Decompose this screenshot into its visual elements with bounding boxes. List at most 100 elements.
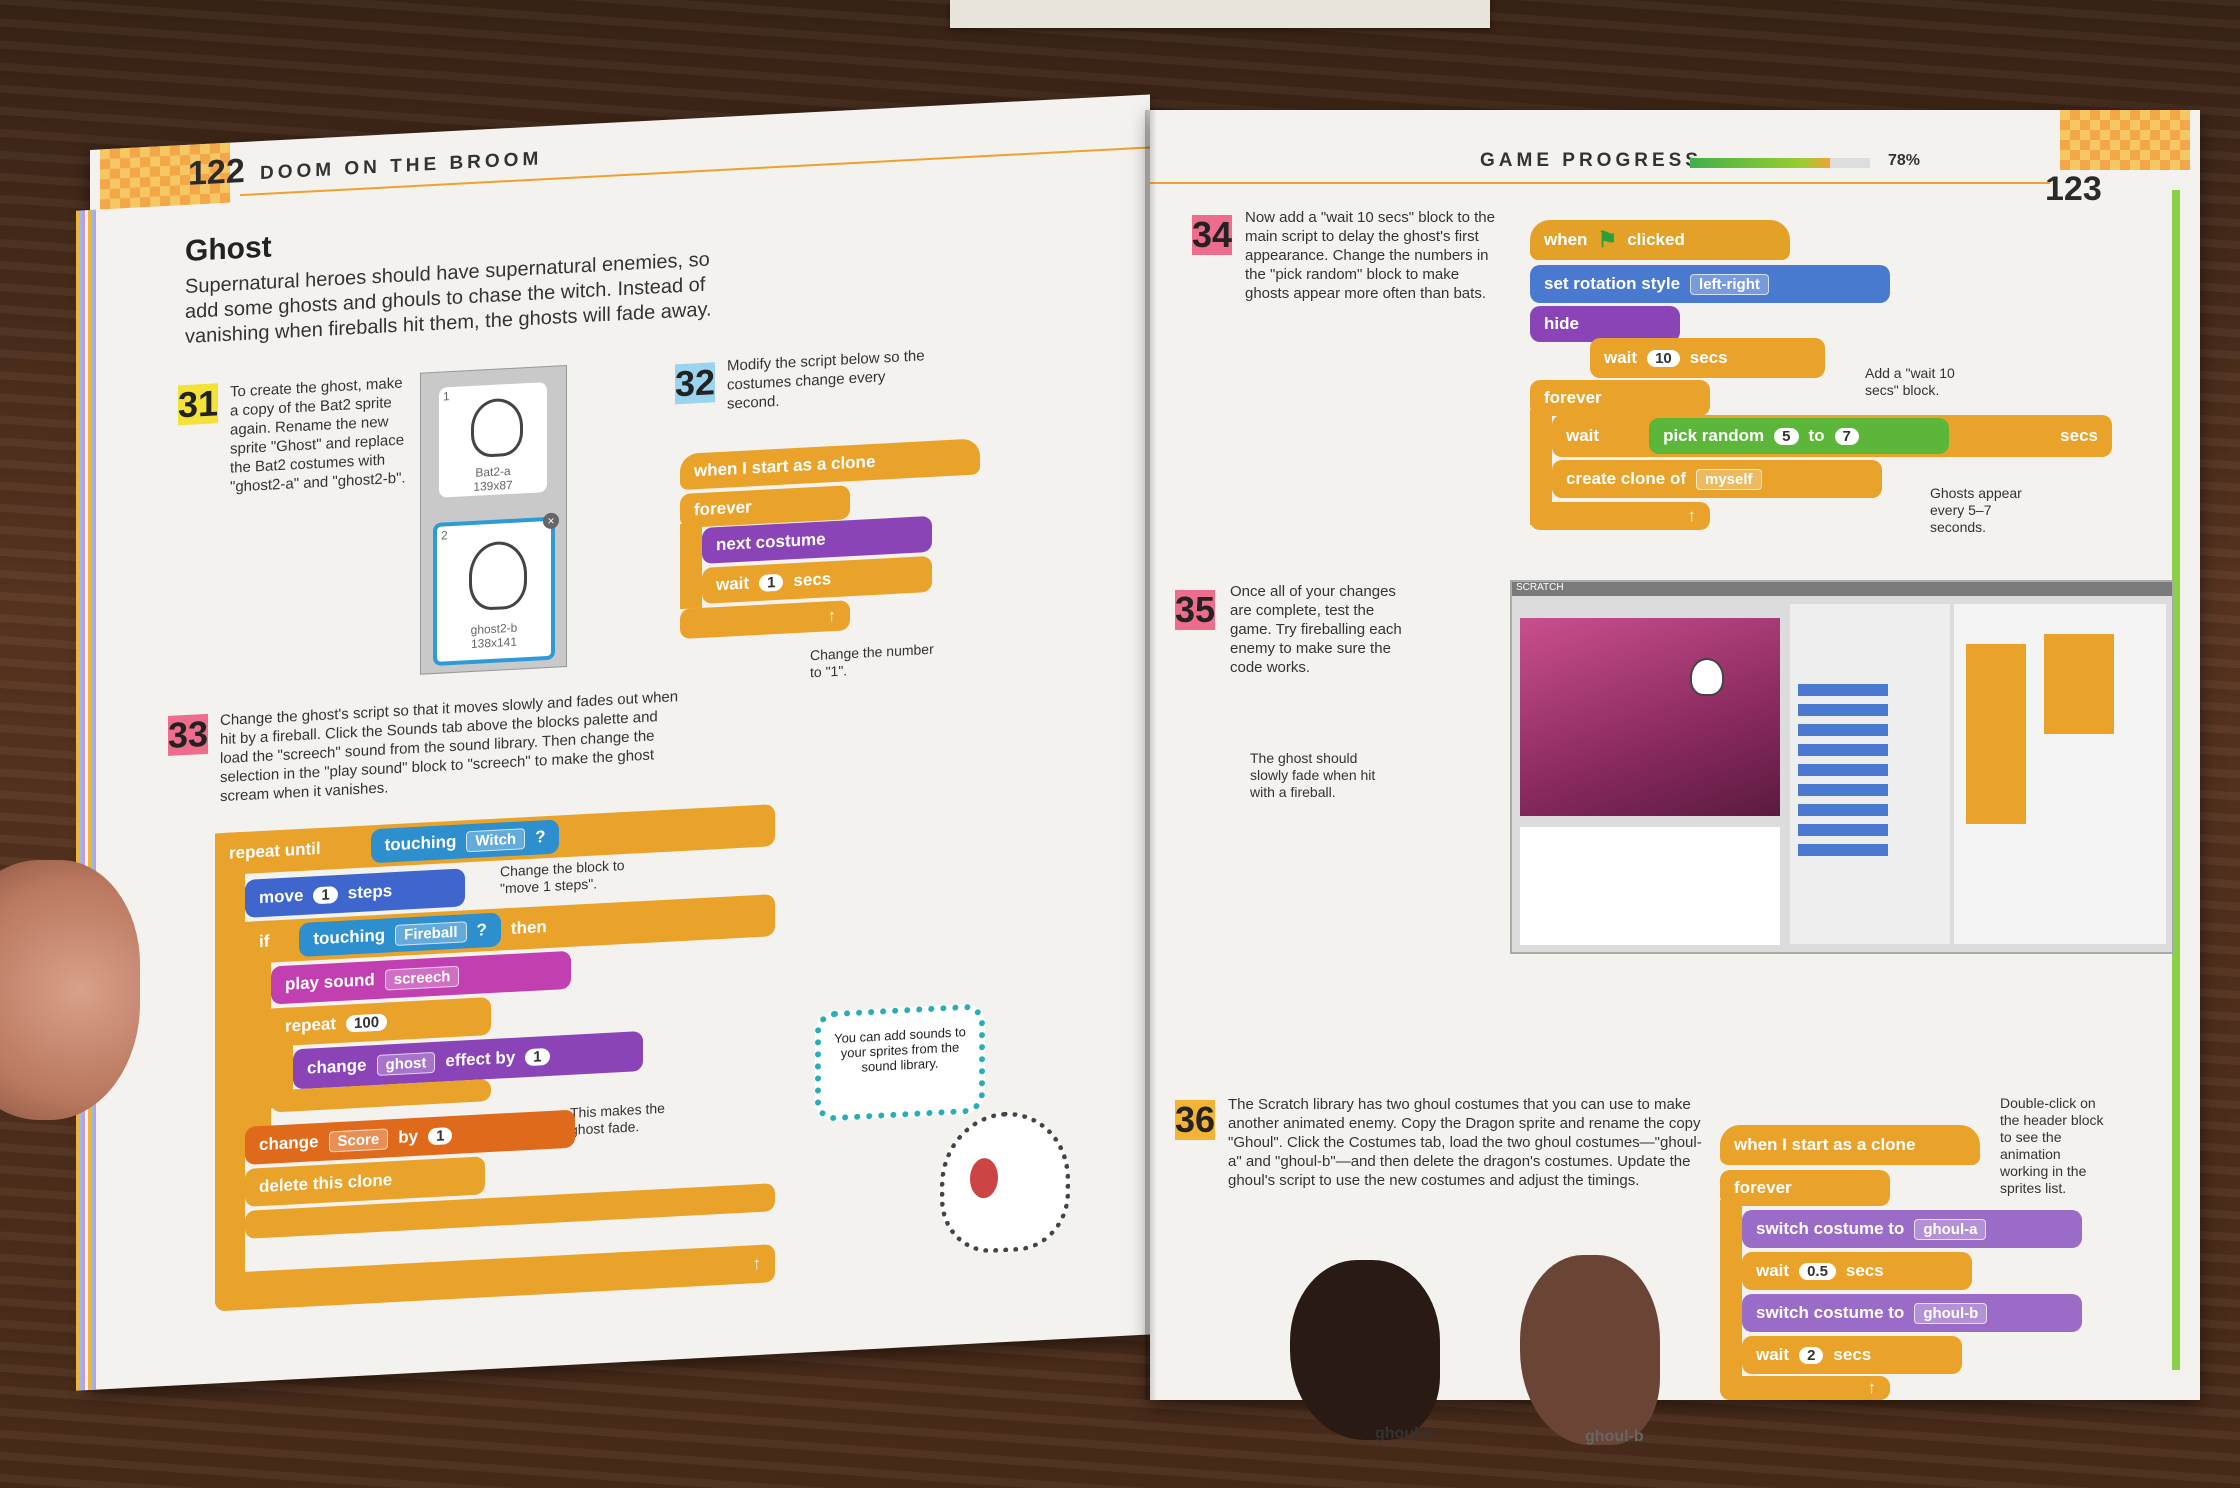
forever-block[interactable]: forever xyxy=(1720,1170,1890,1206)
rotation-dropdown[interactable]: left-right xyxy=(1690,273,1769,295)
wait-block[interactable]: wait 1 secs xyxy=(702,555,932,604)
running-head: GAME PROGRESS xyxy=(1480,150,1702,171)
sprites-list[interactable] xyxy=(1520,827,1780,945)
sound-dropdown[interactable]: screech xyxy=(384,965,460,991)
block-label: delete this clone xyxy=(259,1170,393,1197)
touching-fireball-block[interactable]: touching Fireball ? xyxy=(299,912,501,958)
set-rotation-block[interactable]: set rotation style left-right xyxy=(1530,265,1890,303)
random-from[interactable]: 5 xyxy=(1774,427,1799,445)
hat-block-clone[interactable]: when I start as a clone xyxy=(680,438,980,491)
game-progress-bar xyxy=(1690,158,1870,168)
block-label: forever xyxy=(694,497,752,520)
block-label: then xyxy=(510,917,547,938)
open-book: 122 DOOM ON THE BROOM Ghost Supernatural… xyxy=(76,94,2200,1445)
block-label: ? xyxy=(476,920,487,940)
repeat-until-block[interactable]: repeat until touching Witch ? xyxy=(215,804,775,876)
blocks-palette[interactable] xyxy=(1790,604,1950,944)
wait-value[interactable]: 2 xyxy=(1799,1346,1824,1364)
palette-blocks xyxy=(1798,684,1888,696)
touching-witch-block[interactable]: touching Witch ? xyxy=(370,819,560,864)
script-stack xyxy=(2044,634,2114,734)
block-label: set rotation style xyxy=(1544,274,1681,293)
witch-dropdown[interactable]: Witch xyxy=(466,827,526,852)
wait-value[interactable]: 1 xyxy=(759,573,784,592)
block-label: wait xyxy=(1756,1261,1790,1280)
score-value[interactable]: 1 xyxy=(428,1126,453,1145)
repeat-value[interactable]: 100 xyxy=(346,1012,388,1033)
right-page: GAME PROGRESS 78% 123 34 Now add a "wait… xyxy=(1150,110,2200,1445)
block-label: switch costume to xyxy=(1756,1303,1905,1322)
change-score-block[interactable]: change Score by 1 xyxy=(245,1109,575,1165)
fireball-dropdown[interactable]: Fireball xyxy=(395,920,467,946)
random-to[interactable]: 7 xyxy=(1834,427,1859,445)
costume-card-1[interactable]: 1 Bat2-a 139x87 xyxy=(439,382,547,498)
costume-index: 1 xyxy=(443,389,450,404)
costume-dropdown[interactable]: ghoul-a xyxy=(1914,1218,1987,1240)
step-number-33: 33 xyxy=(168,712,209,756)
section-title: Ghost xyxy=(185,230,272,269)
ghoul-b-illustration xyxy=(1520,1255,1660,1445)
pick-random-block[interactable]: pick random 5 to 7 xyxy=(1649,418,1950,454)
block-label: forever xyxy=(1544,388,1602,407)
loop-arrow-icon: ↑ xyxy=(752,1253,762,1274)
forever-block[interactable]: forever xyxy=(1530,380,1710,416)
ghost-mouth xyxy=(970,1157,998,1199)
block-label: repeat until xyxy=(229,838,321,863)
ghost-illustration xyxy=(940,1108,1070,1256)
step-33-text: Change the ghost's script so that it mov… xyxy=(220,688,679,806)
when-flag-clicked-block[interactable]: when ⚑ clicked xyxy=(1530,220,1790,260)
ghoul-a-label: ghoul-a xyxy=(1375,1425,1433,1442)
wait-2-block[interactable]: wait 2 secs xyxy=(1742,1336,1962,1374)
clone-dropdown[interactable]: myself xyxy=(1696,468,1762,490)
page-edges xyxy=(76,209,96,1391)
forever-foot: ↑ xyxy=(1720,1376,1890,1400)
variable-dropdown[interactable]: Score xyxy=(328,1127,389,1152)
page-number: 122 xyxy=(188,151,245,193)
block-label: hide xyxy=(1544,314,1579,333)
create-clone-block[interactable]: create clone of myself xyxy=(1552,460,1882,498)
checker-pattern xyxy=(2060,110,2190,170)
switch-costume-b-block[interactable]: switch costume to ghoul-b xyxy=(1742,1294,2082,1332)
block-label: steps xyxy=(347,881,393,903)
move-value[interactable]: 1 xyxy=(313,885,338,904)
repeat-block[interactable]: repeat 100 xyxy=(271,996,491,1047)
block-label: if xyxy=(259,931,270,952)
green-flag-icon: ⚑ xyxy=(1597,227,1618,252)
hat-block-clone[interactable]: when I start as a clone xyxy=(1720,1125,1980,1165)
speech-bubble: You can add sounds to your sprites from … xyxy=(815,1003,985,1123)
block-label: secs xyxy=(793,569,832,591)
wait-05-block[interactable]: wait 0.5 secs xyxy=(1742,1252,1972,1290)
wait-value[interactable]: 10 xyxy=(1647,349,1680,367)
costume-dropdown[interactable]: ghoul-b xyxy=(1914,1302,1988,1324)
block-label: change xyxy=(307,1055,367,1078)
callout-ghost-fade: The ghost should slowly fade when hit wi… xyxy=(1250,750,1376,800)
game-stage[interactable] xyxy=(1520,618,1780,816)
progress-label: 78% xyxy=(1888,152,1921,169)
block-label: secs xyxy=(2060,426,2098,445)
left-page: 122 DOOM ON THE BROOM Ghost Supernatural… xyxy=(76,94,1150,1391)
block-label: secs xyxy=(1833,1345,1872,1364)
wait-random-block[interactable]: wait pick random 5 to 7 secs xyxy=(1552,415,2112,457)
wait-value[interactable]: 0.5 xyxy=(1799,1262,1836,1280)
forever-arm xyxy=(680,522,702,610)
ghost-sprite-icon xyxy=(471,397,523,459)
scratch-menubar: SCRATCH xyxy=(1512,582,2172,596)
header-rule xyxy=(1150,182,2050,184)
effect-dropdown[interactable]: ghost xyxy=(376,1051,436,1076)
block-label: by xyxy=(398,1126,419,1147)
scripts-area[interactable] xyxy=(1954,604,2166,944)
close-icon[interactable]: × xyxy=(543,512,559,530)
effect-value[interactable]: 1 xyxy=(525,1047,550,1066)
block-label: clicked xyxy=(1627,230,1685,249)
block-label: wait xyxy=(1756,1345,1790,1364)
costume-card-2[interactable]: 2 × ghost2-b 138x141 xyxy=(433,512,559,667)
hide-block[interactable]: hide xyxy=(1530,306,1680,342)
callout-move-steps: Change the block to "move 1 steps". xyxy=(500,856,625,897)
ghoul-a-illustration xyxy=(1290,1260,1440,1440)
move-block[interactable]: move 1 steps xyxy=(245,868,465,918)
callout-double-click: Double-click on the header block to see … xyxy=(2000,1095,2104,1196)
step-number-31: 31 xyxy=(178,382,219,426)
wait-10-block[interactable]: wait 10 secs xyxy=(1590,338,1825,378)
switch-costume-a-block[interactable]: switch costume to ghoul-a xyxy=(1742,1210,2082,1248)
repeat-until-arm xyxy=(215,831,245,1304)
